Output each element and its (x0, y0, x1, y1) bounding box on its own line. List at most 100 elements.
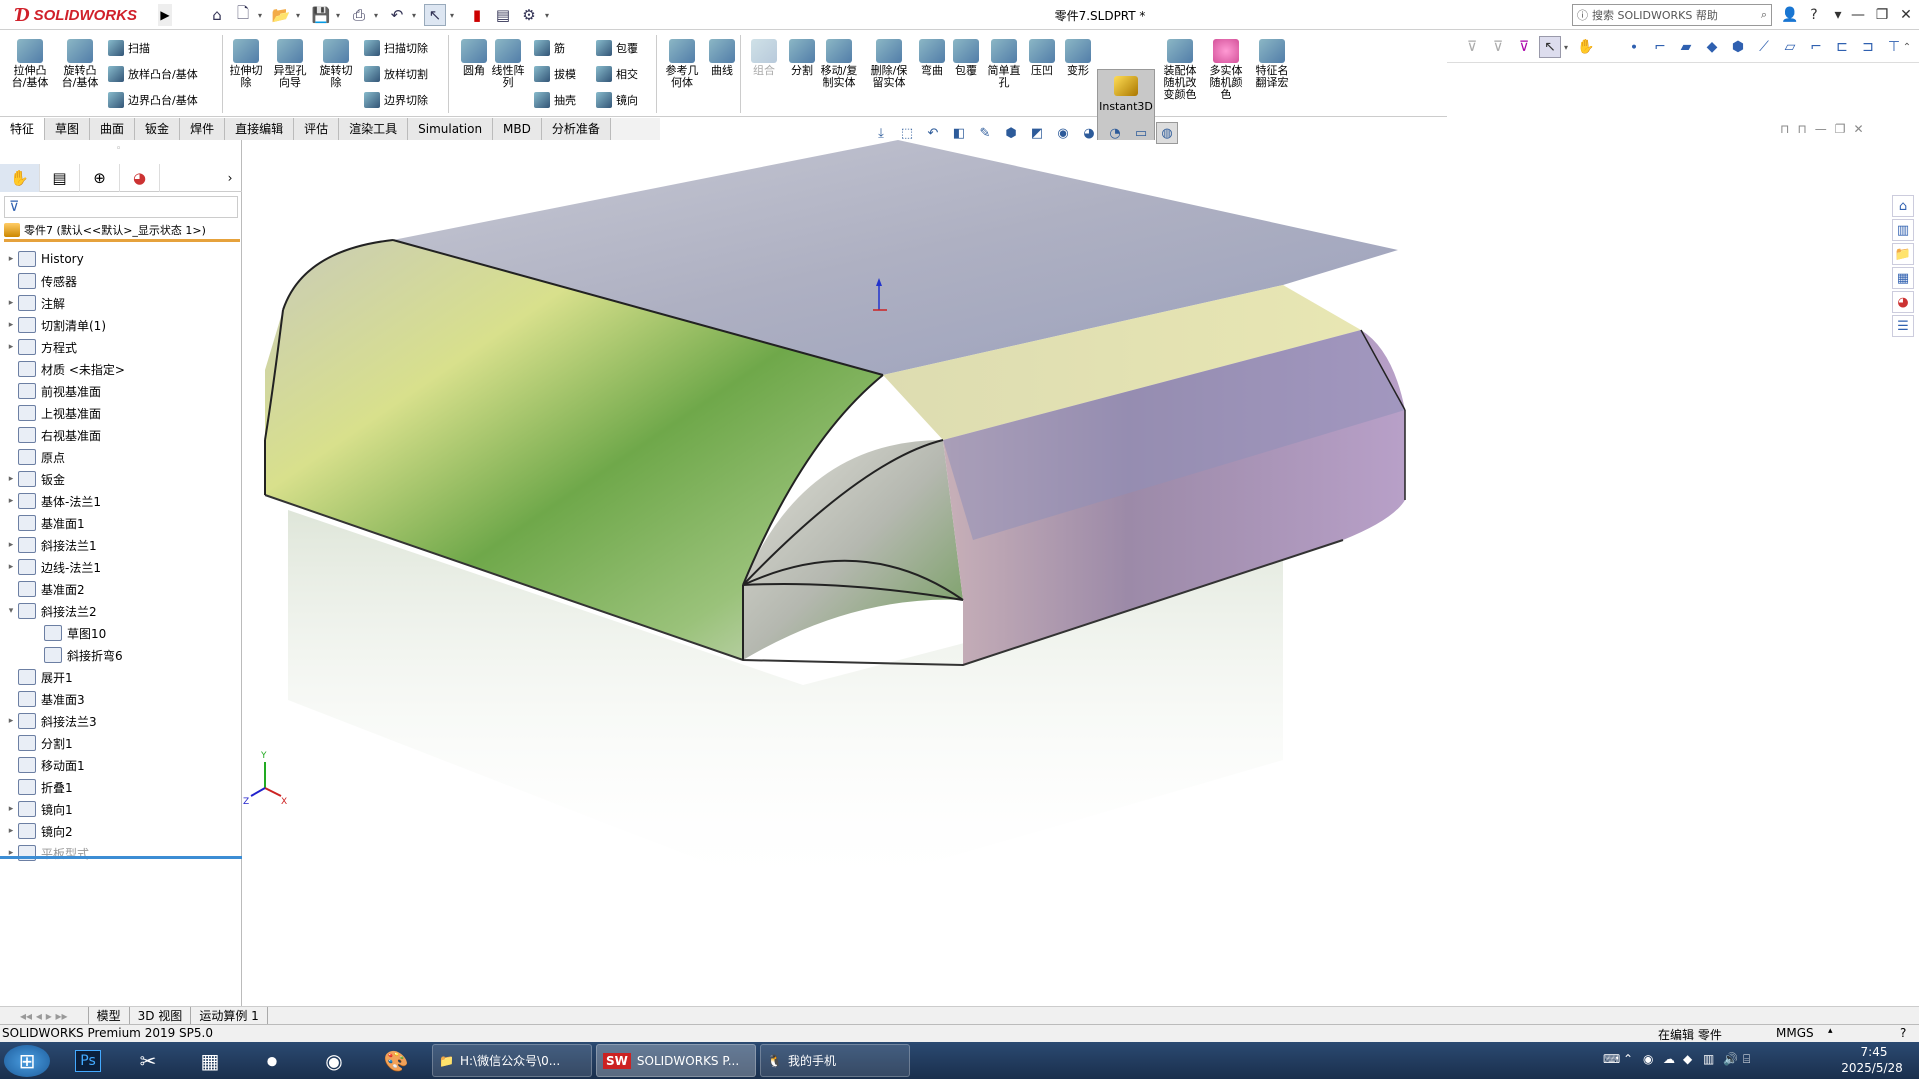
search-icon[interactable]: ⌕ (1761, 8, 1767, 22)
new-dropdown-icon[interactable]: ▾ (255, 4, 265, 26)
filter-edges-icon[interactable]: ⌐ (1649, 36, 1671, 58)
select-dropdown-icon[interactable]: ▾ (1561, 36, 1571, 58)
view-settings-icon[interactable]: ▭ (1130, 122, 1152, 144)
tree-root-part[interactable]: 零件7 (默认<<默认>_显示状态 1>) (4, 220, 240, 242)
apply-scene-icon[interactable]: ◔ (1104, 122, 1126, 144)
options-gear-icon[interactable]: ⚙ (518, 4, 540, 26)
tree-expand-icon[interactable]: ▸ (4, 474, 18, 484)
save-dropdown-icon[interactable]: ▾ (333, 4, 343, 26)
tab-weldments[interactable]: 焊件 (180, 118, 226, 140)
shell-button[interactable]: 抽壳 (534, 89, 576, 111)
tray-wechat-icon[interactable]: ☁ (1663, 1052, 1675, 1066)
viewport-prev-icon[interactable]: ⊓ (1780, 122, 1789, 136)
tab-scroll-arrows-icon[interactable]: ◂◂ ◂ ▸ ▸▸ (0, 1006, 89, 1025)
tray-volume-icon[interactable]: 🔊 (1723, 1052, 1738, 1066)
options-dropdown-icon[interactable]: ▾ (542, 4, 552, 26)
filter-solids-icon[interactable]: ⬢ (1727, 36, 1749, 58)
save-icon[interactable]: 💾 (310, 4, 332, 26)
select-pointer-icon[interactable]: ↖ (1539, 36, 1561, 58)
user-icon[interactable]: 👤 (1778, 3, 1802, 27)
design-library-icon[interactable]: ▥ (1892, 219, 1914, 241)
units-dropdown-icon[interactable]: ▴ (1828, 1026, 1833, 1036)
tab-model[interactable]: 模型 (89, 1006, 130, 1025)
select-dropdown-icon[interactable]: ▾ (447, 4, 457, 26)
tree-node[interactable]: ▸ 切割清单(1) (0, 314, 242, 336)
filter-surfaces-icon[interactable]: ◆ (1701, 36, 1723, 58)
tree-expand-icon[interactable]: ▸ (4, 254, 18, 264)
tree-node[interactable]: 右视基准面 (0, 424, 242, 446)
filter-icon[interactable]: ⊽ (1461, 36, 1483, 58)
tab-3d-view[interactable]: 3D 视图 (130, 1006, 192, 1025)
tree-expand-icon[interactable]: ▸ (4, 342, 18, 352)
tree-node[interactable]: ▾ 斜接法兰2 (0, 600, 242, 622)
tray-app-icon[interactable]: ◉ (1643, 1052, 1653, 1066)
print-dropdown-icon[interactable]: ▾ (371, 4, 381, 26)
draft-button[interactable]: 拔模 (534, 63, 576, 85)
viewport-minimize-icon[interactable]: — (1815, 122, 1827, 136)
tree-expand-icon[interactable]: ▸ (4, 562, 18, 572)
dynamic-annotation-icon[interactable]: ✎ (974, 122, 996, 144)
help-question-icon[interactable]: ? (1802, 3, 1826, 27)
tree-node[interactable]: ▸ History (0, 248, 242, 270)
tab-features[interactable]: 特征 (0, 118, 46, 140)
filter-axes-icon[interactable]: ⟋ (1753, 36, 1775, 58)
property-manager-tab-icon[interactable]: ▤ (40, 164, 80, 192)
tree-filter-input[interactable]: ⊽ (4, 196, 238, 218)
tree-node[interactable]: 前视基准面 (0, 380, 242, 402)
assembly-random-color-button[interactable]: 装配体 随机改 变颜色 (1158, 37, 1202, 117)
color-app-icon[interactable]: ▦ (190, 1045, 230, 1077)
tray-expand-icon[interactable]: ⌃ (1623, 1052, 1633, 1066)
filter-clear-icon[interactable]: ⊽ (1487, 36, 1509, 58)
edit-appearance-icon[interactable]: ◕ (1078, 122, 1100, 144)
tree-node[interactable]: ▸ 注解 (0, 292, 242, 314)
solidworks-logo[interactable]: Ɗ SOLIDWORKS (8, 2, 156, 29)
print-icon[interactable]: ⎙ (348, 4, 370, 26)
new-document-icon[interactable]: 🗋 (232, 4, 254, 26)
revolve-cut-button[interactable]: 旋转切 除 (314, 37, 358, 117)
taskbar-item-phone[interactable]: 🐧 我的手机 (760, 1044, 910, 1077)
intersect-button[interactable]: 相交 (596, 63, 638, 85)
boundary-boss-button[interactable]: 边界凸台/基体 (108, 89, 198, 111)
boundary-cut-button[interactable]: 边界切除 (364, 89, 428, 111)
tray-input-icon[interactable]: ⌸ (1743, 1052, 1750, 1067)
view-palette-icon[interactable]: ▦ (1892, 267, 1914, 289)
tree-node[interactable]: 原点 (0, 446, 242, 468)
status-help-icon[interactable]: ? (1900, 1026, 1906, 1040)
tab-surfaces[interactable]: 曲面 (90, 118, 136, 140)
tree-node[interactable]: 上视基准面 (0, 402, 242, 424)
tree-node[interactable]: 基准面3 (0, 688, 242, 710)
filter-faces-icon[interactable]: ▰ (1675, 36, 1697, 58)
delete-keep-body-button[interactable]: 删除/保 留实体 (864, 37, 914, 117)
minimize-icon[interactable]: — (1846, 3, 1870, 27)
file-explorer-icon[interactable]: 📁 (1892, 243, 1914, 265)
wrap-button[interactable]: 包覆 (596, 37, 638, 59)
loft-boss-button[interactable]: 放样凸台/基体 (108, 63, 198, 85)
loft-cut-button[interactable]: 放样切割 (364, 63, 428, 85)
extrude-boss-button[interactable]: 拉伸凸 台/基体 (8, 37, 52, 117)
clock-time[interactable]: 7:45 (1839, 1045, 1909, 1059)
units-selector[interactable]: MMGS (1776, 1026, 1814, 1040)
tree-expand-icon[interactable]: ▾ (4, 606, 18, 616)
previous-view-icon[interactable]: ↶ (922, 122, 944, 144)
select-icon[interactable]: ↖ (424, 4, 446, 26)
filter-sketch-points-icon[interactable]: ⌐ (1805, 36, 1827, 58)
tab-analysis-prep[interactable]: 分析准备 (541, 118, 611, 140)
open-icon[interactable]: 📂 (270, 4, 292, 26)
tab-simulation[interactable]: Simulation (408, 118, 494, 140)
toolbar-collapse-icon[interactable]: ⌃ (1899, 36, 1915, 58)
tree-expand-icon[interactable]: ▸ (4, 804, 18, 814)
tree-node[interactable]: ▸ 基体-法兰1 (0, 490, 242, 512)
menu-expand-arrow[interactable]: ▶ (158, 4, 172, 26)
tray-network-icon[interactable]: ▥ (1703, 1052, 1714, 1066)
taskbar-item-explorer[interactable]: 📁 H:\微信公众号\0... (432, 1044, 592, 1077)
tree-node[interactable]: 传感器 (0, 270, 242, 292)
reference-geometry-button[interactable]: 参考几 何体 (660, 37, 704, 117)
restore-icon[interactable]: ❐ (1870, 3, 1894, 27)
multibody-random-color-button[interactable]: 多实体 随机颜 色 (1204, 37, 1248, 117)
photoshop-icon[interactable]: Ps (68, 1045, 108, 1077)
undo-icon[interactable]: ↶ (386, 4, 408, 26)
filter-midpoints-icon[interactable]: ⊐ (1857, 36, 1879, 58)
display-manager-tab-icon[interactable]: ◕ (120, 164, 160, 192)
filter-vertices-icon[interactable]: ∙ (1623, 36, 1645, 58)
home-icon[interactable]: ⌂ (206, 4, 228, 26)
